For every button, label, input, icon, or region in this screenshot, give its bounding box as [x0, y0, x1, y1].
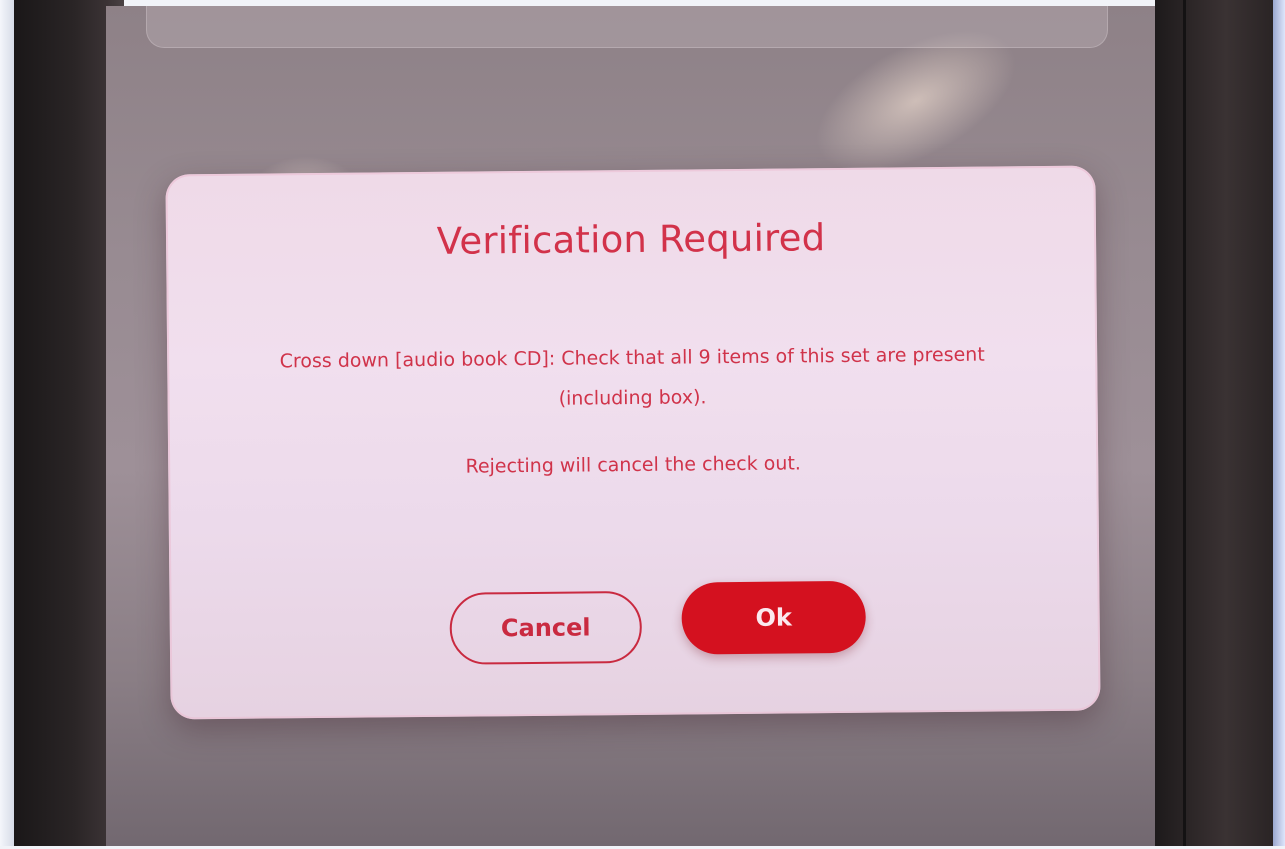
- frame-left-edge: [0, 0, 14, 849]
- cancel-button[interactable]: Cancel: [449, 590, 643, 665]
- frame-right-edge: [1273, 0, 1285, 849]
- dialog-message: Cross down [audio book CD]: Check that a…: [279, 343, 985, 410]
- dialog-title: Verification Required: [436, 216, 826, 263]
- cancel-button-label: Cancel: [500, 613, 591, 643]
- bezel-divider: [1183, 0, 1186, 849]
- kiosk-bezel-right: [1155, 0, 1273, 849]
- verification-dialog: Verification Required Cross down [audio …: [165, 165, 1101, 720]
- dialog-note: Rejecting will cancel the check out.: [465, 452, 802, 478]
- ok-button[interactable]: Ok: [681, 580, 867, 655]
- ok-button-label: Ok: [755, 603, 793, 632]
